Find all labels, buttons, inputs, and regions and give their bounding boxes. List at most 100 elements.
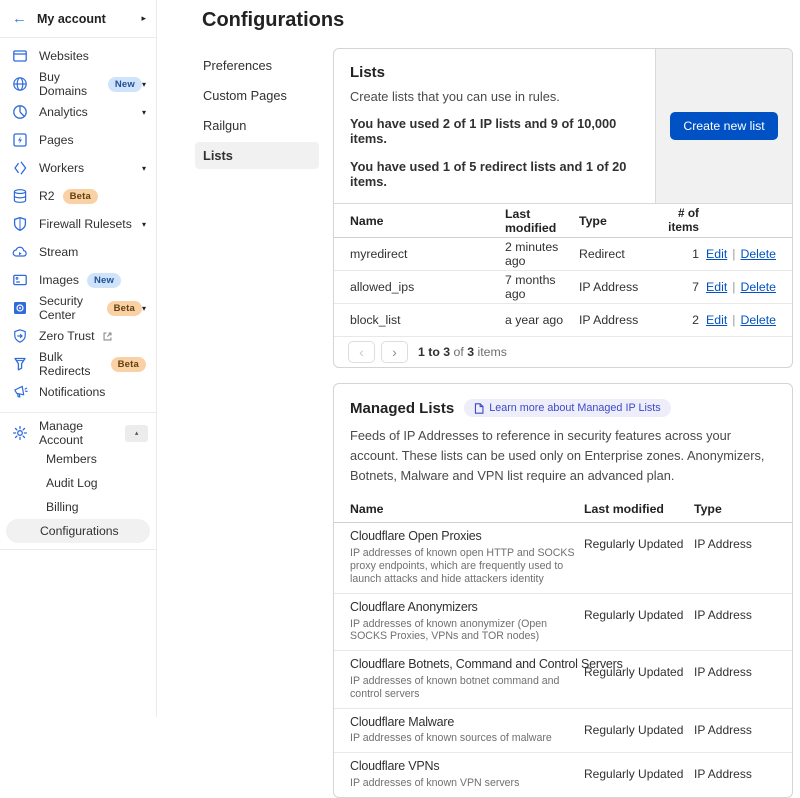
column-header-name: Name — [350, 214, 505, 228]
gear-icon — [12, 425, 28, 441]
tab-lists[interactable]: Lists — [195, 142, 319, 169]
sidebar-item-buy-domains[interactable]: Buy Domains New ▾ — [0, 70, 156, 98]
list-name: block_list — [350, 313, 505, 327]
account-title: My account — [37, 12, 141, 26]
sidebar-item-label: Images — [39, 273, 79, 287]
tab-preferences[interactable]: Preferences — [195, 52, 319, 79]
sidebar-item-label: Audit Log — [46, 476, 98, 490]
sidebar-item-label: Firewall Rulesets — [39, 217, 132, 231]
column-header-last-modified: Last modified — [505, 207, 579, 235]
beta-badge: Beta — [111, 357, 146, 372]
managed-list-last-modified: Regularly Updated — [584, 657, 694, 700]
ip-lists-usage: You have used 2 of 1 IP lists and 9 of 1… — [350, 116, 639, 146]
sidebar-item-bulk-redirects[interactable]: Bulk Redirects Beta — [0, 350, 156, 378]
chevron-right-icon: › — [392, 345, 397, 359]
lightning-square-icon — [12, 132, 28, 148]
lists-card-title: Lists — [350, 64, 639, 81]
managed-list-name: Cloudflare Anonymizers — [350, 600, 584, 616]
managed-list-last-modified: Regularly Updated — [584, 529, 694, 585]
delete-link[interactable]: Delete — [740, 247, 776, 261]
pagination: ‹ › 1 to 3 of 3 items — [334, 337, 792, 367]
managed-list-type: IP Address — [694, 657, 776, 700]
list-type: Redirect — [579, 247, 659, 261]
sidebar-item-billing[interactable]: Billing — [6, 495, 150, 519]
edit-link[interactable]: Edit — [706, 313, 727, 327]
edit-link[interactable]: Edit — [706, 247, 727, 261]
database-icon — [12, 188, 28, 204]
funnel-icon — [12, 356, 28, 372]
list-name: allowed_ips — [350, 280, 505, 294]
managed-lists-title: Managed Lists — [350, 400, 454, 417]
redirect-lists-usage: You have used 1 of 5 redirect lists and … — [350, 159, 639, 189]
tab-railgun[interactable]: Railgun — [195, 112, 319, 139]
managed-list-description: IP addresses of known open HTTP and SOCK… — [350, 547, 578, 586]
lists-card: Lists Create lists that you can use in r… — [333, 48, 793, 368]
sidebar-item-audit-log[interactable]: Audit Log — [6, 471, 150, 495]
table-row: allowed_ips 7 months ago IP Address 7 Ed… — [334, 271, 792, 304]
chevron-down-icon[interactable]: ▾ — [142, 220, 146, 229]
create-new-list-button[interactable]: Create new list — [670, 112, 777, 140]
create-list-panel: Create new list — [655, 49, 792, 203]
shield-icon — [12, 216, 28, 232]
column-header-items-count: # of items — [659, 207, 699, 234]
list-name: myredirect — [350, 247, 505, 261]
table-row: myredirect 2 minutes ago Redirect 1 Edit… — [334, 238, 792, 271]
chevron-down-icon[interactable]: ▾ — [142, 164, 146, 173]
sidebar-item-security-center[interactable]: Security Center Beta ▾ — [0, 294, 156, 322]
chevron-down-icon[interactable]: ▾ — [142, 80, 146, 89]
sidebar: ← My account ▸ Websites Buy Domains New … — [0, 0, 157, 717]
lists-table-header: Name Last modified Type # of items — [334, 203, 792, 238]
managed-list-type: IP Address — [694, 715, 776, 746]
sidebar-item-configurations[interactable]: Configurations — [6, 519, 150, 543]
tab-custom-pages[interactable]: Custom Pages — [195, 82, 319, 109]
managed-list-type: IP Address — [694, 529, 776, 585]
sidebar-item-r2[interactable]: R2 Beta — [0, 182, 156, 210]
previous-page-button[interactable]: ‹ — [348, 341, 375, 363]
sidebar-item-workers[interactable]: Workers ▾ — [0, 154, 156, 182]
chevron-down-icon[interactable]: ▾ — [142, 108, 146, 117]
back-arrow-icon[interactable]: ← — [12, 10, 27, 27]
sidebar-divider — [0, 549, 156, 550]
sidebar-item-label: R2 — [39, 189, 55, 203]
collapse-section-button[interactable]: ▴ — [125, 425, 148, 442]
managed-lists-card: Managed Lists Learn more about Managed I… — [333, 383, 793, 798]
delete-link[interactable]: Delete — [740, 313, 776, 327]
managed-list-name: Cloudflare Open Proxies — [350, 529, 584, 545]
managed-table-header: Name Last modified Type — [334, 498, 792, 523]
list-type: IP Address — [579, 313, 659, 327]
sidebar-item-firewall-rulesets[interactable]: Firewall Rulesets ▾ — [0, 210, 156, 238]
table-row: Cloudflare VPNsIP addresses of known VPN… — [334, 753, 792, 797]
sidebar-divider — [0, 412, 156, 413]
sidebar-item-images[interactable]: Images New — [0, 266, 156, 294]
managed-list-last-modified: Regularly Updated — [584, 600, 694, 643]
sidebar-item-stream[interactable]: Stream — [0, 238, 156, 266]
new-badge: New — [108, 77, 142, 92]
sidebar-item-members[interactable]: Members — [6, 447, 150, 471]
next-page-button[interactable]: › — [381, 341, 408, 363]
edit-link[interactable]: Edit — [706, 280, 727, 294]
expand-right-icon[interactable]: ▸ — [141, 13, 146, 24]
sidebar-item-notifications[interactable]: Notifications — [0, 378, 156, 406]
column-header-name: Name — [350, 502, 584, 516]
browser-icon — [12, 48, 28, 64]
delete-link[interactable]: Delete — [740, 280, 776, 294]
list-items-count: 7 — [659, 280, 699, 294]
chevron-down-icon[interactable]: ▾ — [142, 304, 146, 313]
managed-list-type: IP Address — [694, 600, 776, 643]
sidebar-item-manage-account[interactable]: Manage Account ▴ — [0, 419, 156, 447]
sidebar-item-label: Manage Account — [39, 419, 125, 447]
sidebar-item-zero-trust[interactable]: Zero Trust — [0, 322, 156, 350]
account-header[interactable]: ← My account ▸ — [0, 0, 156, 38]
beta-badge: Beta — [63, 189, 98, 204]
list-items-count: 1 — [659, 247, 699, 261]
sidebar-item-websites[interactable]: Websites — [0, 42, 156, 70]
sidebar-item-label: Stream — [39, 245, 78, 259]
learn-more-link[interactable]: Learn more about Managed IP Lists — [464, 399, 670, 417]
sidebar-item-label: Analytics — [39, 105, 88, 119]
action-separator: | — [732, 247, 735, 261]
list-type: IP Address — [579, 280, 659, 294]
sidebar-item-label: Security Center — [39, 294, 99, 322]
sidebar-item-pages[interactable]: Pages — [0, 126, 156, 154]
sidebar-item-analytics[interactable]: Analytics ▾ — [0, 98, 156, 126]
cloud-play-icon — [12, 244, 28, 260]
